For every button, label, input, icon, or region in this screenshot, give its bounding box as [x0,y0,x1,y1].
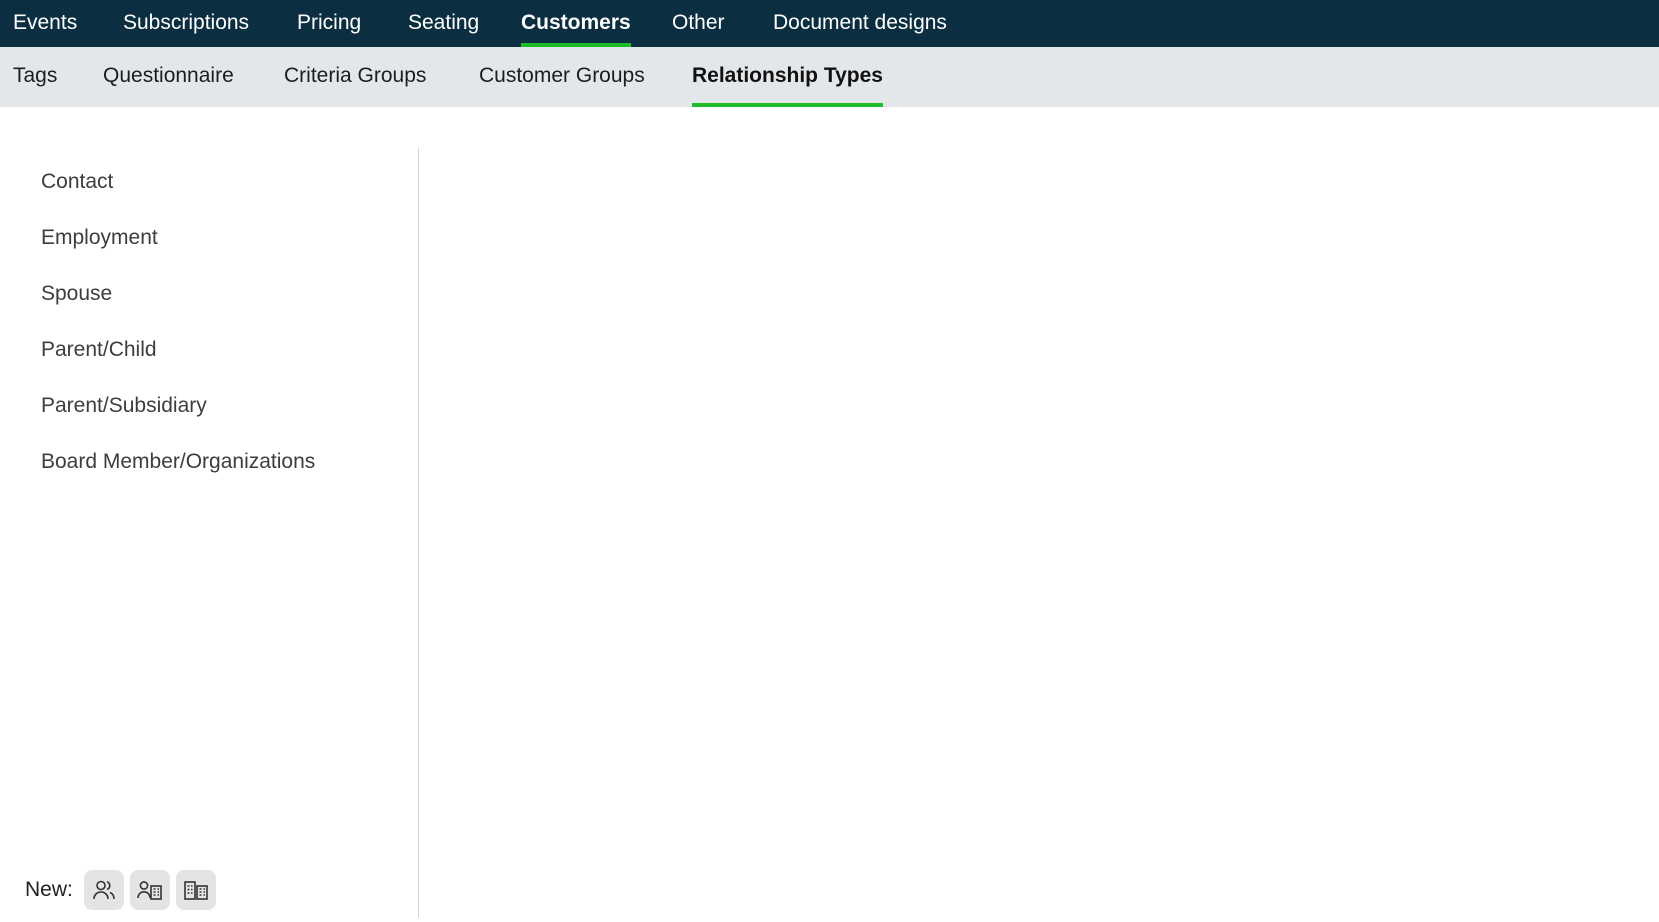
tab-relationship-types[interactable]: Relationship Types [692,47,883,107]
organization-organization-icon [184,881,208,900]
nav-events[interactable]: Events [13,0,77,47]
list-item-contact[interactable]: Contact [41,170,113,194]
nav-subscriptions[interactable]: Subscriptions [123,0,249,47]
tab-questionnaire[interactable]: Questionnaire [103,47,234,107]
person-organization-icon [137,881,162,900]
new-person-organization-button[interactable] [130,870,170,910]
nav-customers[interactable]: Customers [521,0,631,47]
relationship-type-detail-area [419,107,1659,922]
tab-criteria-groups[interactable]: Criteria Groups [284,47,426,107]
nav-pricing[interactable]: Pricing [297,0,361,47]
nav-other[interactable]: Other [672,0,725,47]
list-item-spouse[interactable]: Spouse [41,282,112,306]
new-label: New: [25,878,73,901]
list-item-board-member-organizations[interactable]: Board Member/Organizations [41,450,315,474]
nav-seating[interactable]: Seating [408,0,479,47]
sub-nav: Tags Questionnaire Criteria Groups Custo… [0,47,1659,107]
top-nav: Events Subscriptions Pricing Seating Cus… [0,0,1659,47]
new-organization-organization-button[interactable] [176,870,216,910]
new-person-person-button[interactable] [84,870,124,910]
tab-customer-groups[interactable]: Customer Groups [479,47,645,107]
list-item-parent-subsidiary[interactable]: Parent/Subsidiary [41,394,207,418]
list-item-parent-child[interactable]: Parent/Child [41,338,157,362]
nav-document-designs[interactable]: Document designs [773,0,947,47]
list-item-employment[interactable]: Employment [41,226,158,250]
tab-tags[interactable]: Tags [13,47,57,107]
person-person-icon [93,880,115,900]
